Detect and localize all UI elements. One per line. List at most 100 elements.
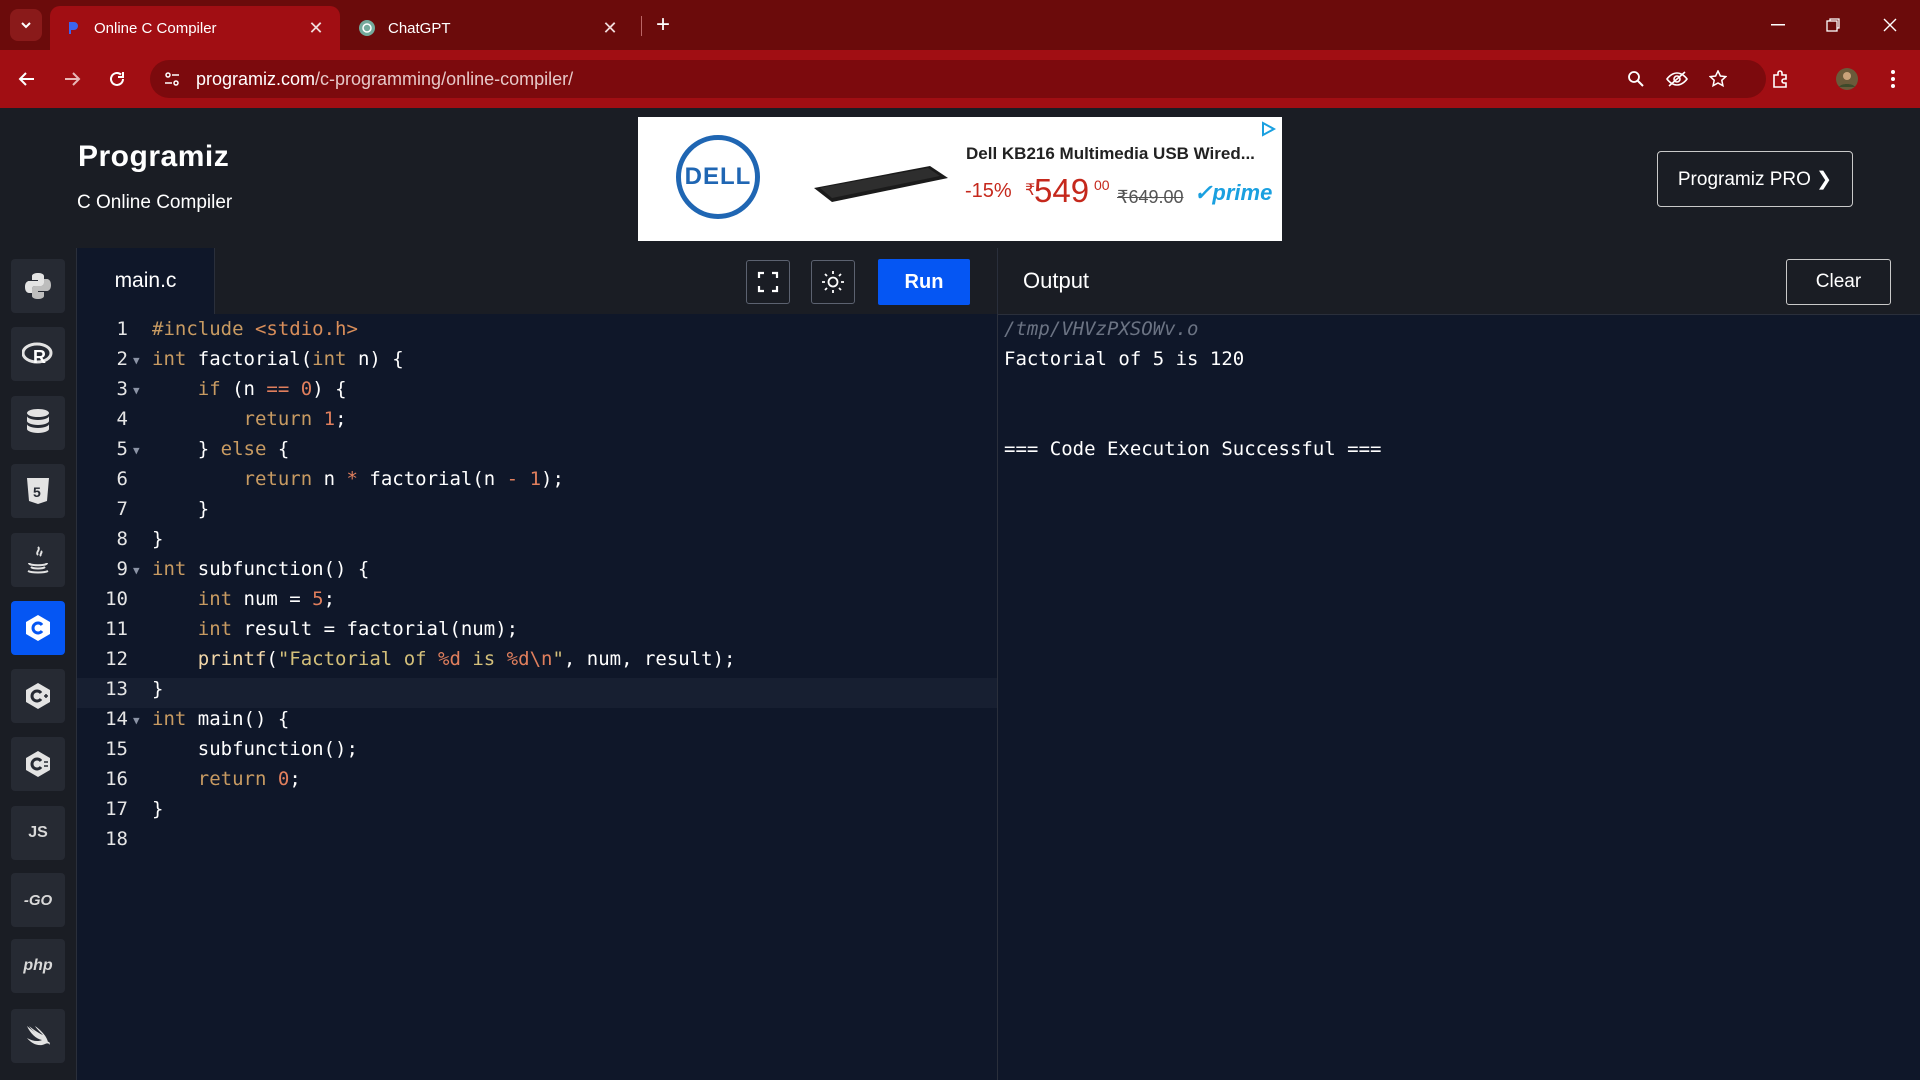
code-line: int subfunction() { (152, 558, 370, 580)
code-line: if (n == 0) { (197, 378, 347, 400)
forward-button[interactable] (55, 62, 89, 96)
output-success-message: === Code Execution Successful === (1004, 438, 1382, 460)
lang-cpp[interactable] (11, 669, 65, 723)
code-line: printf("Factorial of %d is %d\n", num, r… (197, 648, 736, 670)
code-line: int num = 5; (197, 588, 336, 610)
code-line: subfunction(); (152, 738, 358, 760)
line-number: 12 (105, 648, 128, 670)
code-line: } (152, 678, 164, 700)
line-number: 4 (116, 408, 128, 430)
line-number: 13 (105, 678, 128, 700)
line-number: 11 (105, 618, 128, 640)
line-number: 17 (105, 798, 128, 820)
fullscreen-icon (757, 271, 779, 293)
c-language-icon (26, 615, 50, 641)
lang-swift[interactable] (11, 1009, 65, 1063)
profile-avatar[interactable] (1834, 66, 1860, 92)
file-tab-main-c[interactable]: main.c (77, 248, 215, 314)
output-path: /tmp/VHVzPXSOWv.o (1004, 318, 1199, 340)
arrow-left-icon (18, 72, 34, 86)
code-line: int result = factorial(num); (197, 618, 519, 640)
theme-toggle-button[interactable] (811, 260, 855, 304)
new-tab-button[interactable]: + (650, 12, 676, 38)
database-icon (27, 409, 49, 433)
line-number: 10 (105, 588, 128, 610)
lang-c[interactable] (11, 601, 65, 655)
reload-icon (110, 71, 124, 86)
fullscreen-button[interactable] (746, 260, 790, 304)
java-icon (27, 546, 49, 574)
ad-discount: -15% (965, 180, 1012, 202)
editor-toolbar (77, 248, 997, 315)
lang-go[interactable]: -GO (11, 873, 65, 927)
lang-html[interactable]: 5 (11, 464, 65, 518)
ad-old-price: ₹649.00 (1117, 187, 1184, 207)
code-line: return 1; (243, 408, 347, 430)
sun-icon (822, 271, 844, 293)
reload-button[interactable] (100, 62, 134, 96)
lang-python[interactable] (11, 259, 65, 313)
line-number: 5 (116, 438, 128, 460)
url-host: programiz.com (196, 69, 316, 89)
back-button[interactable] (10, 62, 44, 96)
python-icon (25, 273, 51, 299)
ad-price-cents: 00 (1094, 177, 1110, 193)
chevron-down-icon (21, 22, 31, 29)
fold-marker-icon[interactable]: ▼ (133, 714, 140, 727)
adchoices-icon[interactable] (1260, 121, 1277, 137)
bookmark-star-icon[interactable] (1705, 66, 1731, 92)
svg-text:R: R (33, 347, 46, 367)
lang-js[interactable]: JS (11, 806, 65, 860)
swift-icon (27, 1026, 50, 1046)
minimize-button[interactable] (1758, 10, 1798, 40)
close-window-button[interactable] (1870, 10, 1910, 40)
code-line: #include <stdio.h> (152, 318, 358, 340)
close-tab-icon[interactable]: ✕ (600, 18, 620, 39)
clear-button[interactable]: Clear (1786, 259, 1891, 305)
fold-marker-icon[interactable]: ▼ (133, 444, 140, 457)
lang-csharp[interactable] (11, 737, 65, 791)
lang-php[interactable]: php (11, 939, 65, 993)
fold-marker-icon[interactable]: ▼ (133, 384, 140, 397)
fold-marker-icon[interactable]: ▼ (133, 354, 140, 367)
site-info-icon[interactable] (159, 66, 185, 92)
tab-chatgpt[interactable]: ChatGPT ✕ (344, 6, 634, 50)
tab-title: Online C Compiler (94, 19, 217, 37)
menu-kebab-icon[interactable] (1880, 66, 1906, 92)
run-button[interactable]: Run (878, 259, 970, 305)
lang-java[interactable] (11, 533, 65, 587)
programiz-pro-button[interactable]: Programiz PRO ❯ (1657, 151, 1853, 207)
extensions-icon[interactable] (1768, 66, 1794, 92)
line-number: 2 (116, 348, 128, 370)
restore-button[interactable] (1813, 10, 1853, 40)
ad-product-title: Dell KB216 Multimedia USB Wired... (966, 144, 1255, 163)
code-line: } (152, 498, 210, 520)
line-number: 8 (116, 528, 128, 550)
programiz-logo[interactable]: Programiz (78, 140, 229, 174)
zoom-icon[interactable] (1623, 66, 1649, 92)
line-number: 16 (105, 768, 128, 790)
url-text: programiz.com/c-programming/online-compi… (196, 69, 573, 90)
dell-logo: DELL (676, 135, 760, 219)
output-line: Factorial of 5 is 120 (1004, 348, 1245, 370)
code-line: int main() { (152, 708, 290, 730)
output-console (998, 315, 1920, 1080)
lang-r[interactable]: R (11, 327, 65, 381)
output-title: Output (1023, 268, 1090, 293)
url-path: /c-programming/online-compiler/ (315, 69, 574, 89)
line-number: 3 (116, 378, 128, 400)
tab-list-button[interactable] (10, 9, 42, 41)
programiz-favicon (64, 19, 82, 37)
line-number: 14 (105, 708, 128, 730)
chatgpt-favicon (358, 19, 376, 37)
eye-off-icon[interactable] (1664, 66, 1690, 92)
fold-marker-icon[interactable]: ▼ (133, 564, 140, 577)
output-header (998, 248, 1920, 315)
code-line: int factorial(int n) { (152, 348, 404, 370)
keyboard-image (810, 158, 950, 209)
line-number: 9 (116, 558, 128, 580)
tab-online-c-compiler[interactable]: Online C Compiler ✕ (50, 6, 340, 50)
lang-sql[interactable] (11, 396, 65, 450)
line-number: 1 (116, 318, 128, 340)
close-tab-icon[interactable]: ✕ (306, 18, 326, 39)
